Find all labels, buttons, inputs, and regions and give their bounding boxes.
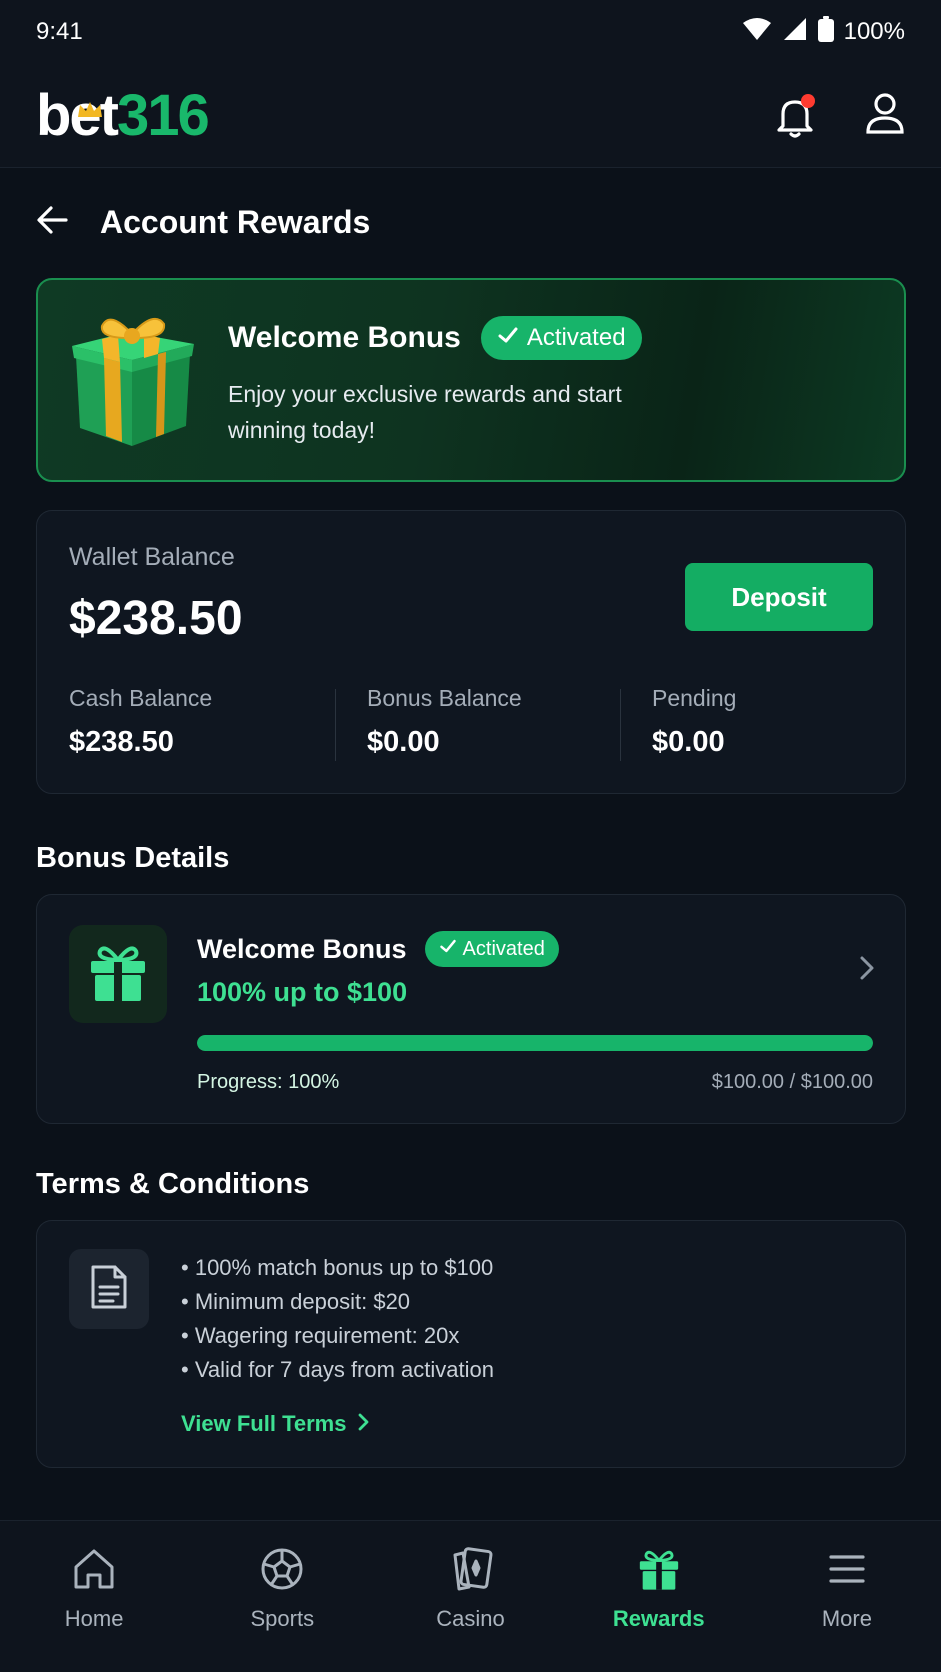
gift-icon xyxy=(87,941,149,1008)
cards-icon xyxy=(449,1547,493,1596)
terms-item: Wagering requirement: 20x xyxy=(181,1319,494,1353)
profile-icon[interactable] xyxy=(865,91,905,140)
cash-balance: Cash Balance $238.50 xyxy=(69,685,212,759)
battery-icon xyxy=(817,15,834,49)
signal-icon xyxy=(782,17,808,48)
status-time: 9:41 xyxy=(36,18,83,45)
status-icons: 100% xyxy=(742,15,905,49)
balance-divider xyxy=(335,689,336,761)
nav-more[interactable]: More xyxy=(753,1521,941,1672)
cash-balance-label: Cash Balance xyxy=(69,685,213,711)
nav-more-label: More xyxy=(821,1606,872,1631)
notifications-button[interactable] xyxy=(773,93,817,138)
bonus-balance: Bonus Balance $0.00 xyxy=(367,685,522,759)
gift-box-icon xyxy=(66,312,198,453)
activated-badge-label: Activated xyxy=(526,324,626,351)
logo-suffix: 316 xyxy=(117,82,210,148)
terms-card: 100% match bonus up to $100 Minimum depo… xyxy=(36,1220,906,1468)
pending-balance-label: Pending xyxy=(652,685,737,711)
bonus-detail-card[interactable]: Welcome Bonus Activated 100% up to $100 … xyxy=(36,894,906,1124)
bonus-progress-fill xyxy=(197,1035,873,1051)
bonus-title-row: Welcome Bonus Activated xyxy=(197,931,559,967)
wallet-label: Wallet Balance xyxy=(69,543,235,571)
gift-icon xyxy=(637,1547,681,1596)
page-title: Account Rewards xyxy=(100,203,371,240)
check-icon xyxy=(497,324,519,353)
nav-casino[interactable]: Casino xyxy=(376,1521,564,1672)
home-icon xyxy=(72,1547,116,1596)
terms-list: 100% match bonus up to $100 Minimum depo… xyxy=(181,1251,494,1387)
bonus-balance-value: $0.00 xyxy=(367,726,440,758)
nav-rewards[interactable]: Rewards xyxy=(565,1521,753,1672)
battery-percent: 100% xyxy=(843,18,905,45)
deposit-button[interactable]: Deposit xyxy=(685,563,873,631)
soccer-ball-icon xyxy=(260,1547,304,1596)
wifi-icon xyxy=(742,17,772,48)
bell-icon xyxy=(773,99,817,142)
app-header: bet316 xyxy=(0,64,941,168)
welcome-bonus-banner: Welcome Bonus Activated Enjoy your exclu… xyxy=(36,278,906,482)
bonus-details-title: Bonus Details xyxy=(36,842,230,874)
bottom-nav: Home Sports Casino Rewards More xyxy=(0,1520,941,1672)
welcome-description: Enjoy your exclusive rewards and start w… xyxy=(228,381,622,443)
status-bar: 9:41 100% xyxy=(0,0,941,64)
terms-item: Minimum deposit: $20 xyxy=(181,1285,494,1319)
nav-home-label: Home xyxy=(64,1606,124,1631)
wallet-amount: $238.50 xyxy=(69,592,243,645)
page-title-row: Account Rewards xyxy=(36,190,370,254)
nav-sports-label: Sports xyxy=(250,1606,315,1631)
bonus-title: Welcome Bonus xyxy=(197,933,407,964)
nav-home[interactable]: Home xyxy=(0,1521,188,1672)
bonus-progress-bar xyxy=(197,1035,873,1051)
chevron-right-icon[interactable] xyxy=(859,955,875,986)
cash-balance-value: $238.50 xyxy=(69,726,174,758)
notification-dot xyxy=(801,93,815,108)
view-full-terms-link[interactable]: View Full Terms xyxy=(181,1411,370,1437)
terms-item: 100% match bonus up to $100 xyxy=(181,1251,494,1285)
bet316-logo[interactable]: bet316 xyxy=(36,86,210,145)
nav-rewards-label: Rewards xyxy=(612,1606,705,1631)
activated-badge: Activated xyxy=(424,931,559,967)
bonus-icon-box xyxy=(69,925,167,1023)
check-icon xyxy=(439,937,457,961)
nav-sports[interactable]: Sports xyxy=(188,1521,376,1672)
back-arrow-icon[interactable] xyxy=(36,203,70,242)
pending-balance-value: $0.00 xyxy=(652,726,725,758)
terms-item: Valid for 7 days from activation xyxy=(181,1353,494,1387)
progress-amount: $100.00 / $100.00 xyxy=(711,1071,873,1093)
menu-icon xyxy=(825,1547,869,1596)
document-icon-box xyxy=(69,1249,149,1329)
balance-divider xyxy=(620,689,621,761)
crown-icon xyxy=(76,71,104,129)
pending-balance: Pending $0.00 xyxy=(652,685,736,759)
progress-label: Progress: 100% xyxy=(197,1071,340,1093)
chevron-right-icon xyxy=(358,1411,370,1437)
activated-badge: Activated xyxy=(480,316,642,360)
activated-badge-label: Activated xyxy=(462,937,545,960)
view-full-terms-label: View Full Terms xyxy=(181,1411,347,1436)
terms-title: Terms & Conditions xyxy=(36,1168,310,1200)
wallet-card: Wallet Balance $238.50 Deposit Cash Bala… xyxy=(36,510,906,794)
welcome-title: Welcome Bonus xyxy=(228,321,461,354)
welcome-title-row: Welcome Bonus Activated xyxy=(228,316,642,360)
bonus-balance-label: Bonus Balance xyxy=(367,685,522,711)
document-icon xyxy=(89,1263,129,1316)
nav-casino-label: Casino xyxy=(436,1606,505,1631)
bonus-offer: 100% up to $100 xyxy=(197,977,408,1007)
header-actions xyxy=(773,91,905,140)
